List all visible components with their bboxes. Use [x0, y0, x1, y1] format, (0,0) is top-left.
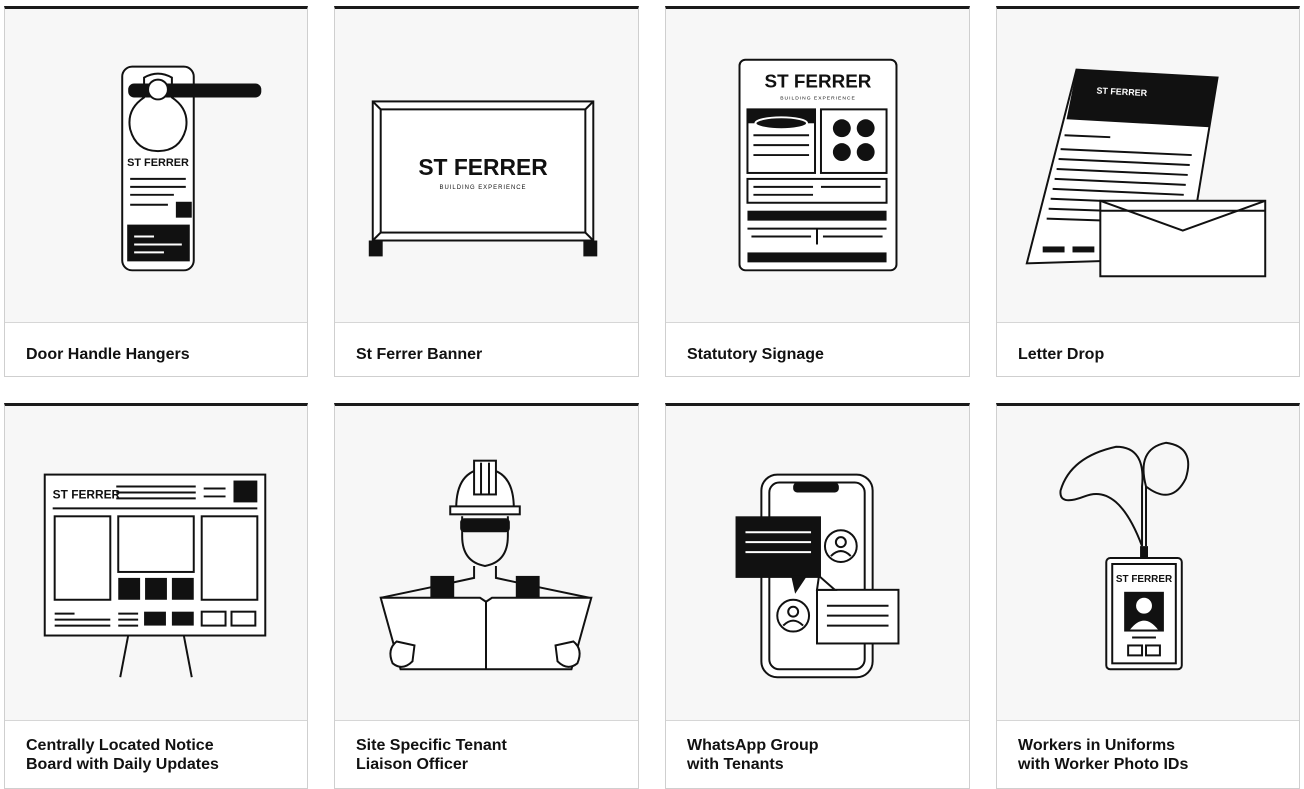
card-st-ferrer-banner[interactable]: ST FERRER BUILDING EXPERIENCE St Ferrer … — [334, 6, 639, 377]
card-label: Letter Drop — [1018, 346, 1105, 363]
card-label: Workers in Uniforms with Worker Photo ID… — [1018, 737, 1189, 773]
letter-envelope-icon: ST FERRER — [997, 9, 1299, 323]
signage-logo: ST FERRER — [765, 71, 872, 92]
card-statutory-signage[interactable]: ST FERRER BUILDING EXPERIENCE Statutory … — [665, 6, 970, 377]
signage-icon: ST FERRER BUILDING EXPERIENCE — [666, 9, 969, 323]
banner-logo: ST FERRER — [418, 154, 548, 180]
board-logo: ST FERRER — [53, 487, 121, 501]
card-label: WhatsApp Group with Tenants — [687, 737, 819, 773]
hanger-logo: ST FERRER — [127, 157, 189, 169]
liaison-officer-icon — [335, 406, 638, 721]
card-notice-board[interactable]: ST FERRER Centrally Located Notice Board… — [4, 403, 308, 789]
card-liaison-officer[interactable]: Site Specific Tenant Liaison Officer — [334, 403, 639, 789]
card-label: Door Handle Hangers — [26, 346, 190, 363]
card-letter-drop[interactable]: ST FERRER Letter Drop — [996, 6, 1300, 377]
phone-chat-icon — [666, 406, 969, 721]
badge-logo: ST FERRER — [1116, 574, 1172, 585]
signage-logo-sub: BUILDING EXPERIENCE — [780, 95, 856, 101]
card-door-handle-hangers[interactable]: ST FERRER Door Handle Hangers — [4, 6, 308, 377]
door-hanger-icon: ST FERRER — [5, 9, 307, 323]
card-worker-photo-ids[interactable]: ST FERRER Workers in Uniforms with Worke… — [996, 403, 1300, 789]
photo-id-badge-icon: ST FERRER — [997, 406, 1299, 721]
notice-board-icon: ST FERRER — [5, 406, 307, 721]
banner-icon: ST FERRER BUILDING EXPERIENCE — [335, 9, 638, 323]
card-label: Centrally Located Notice Board with Dail… — [26, 737, 219, 773]
card-whatsapp-group[interactable]: WhatsApp Group with Tenants — [665, 403, 970, 789]
card-label: St Ferrer Banner — [356, 346, 483, 363]
card-label: Site Specific Tenant Liaison Officer — [356, 737, 507, 773]
card-label: Statutory Signage — [687, 346, 824, 363]
banner-logo-sub: BUILDING EXPERIENCE — [440, 185, 527, 191]
